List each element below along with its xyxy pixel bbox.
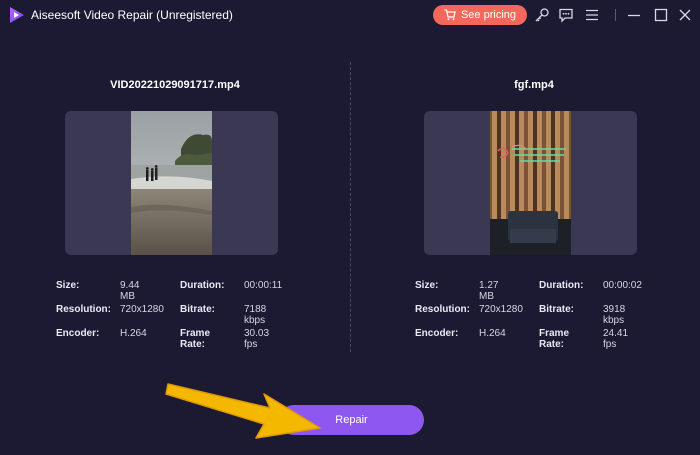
duration-value: 00:00:02 [603, 280, 642, 291]
encoder-label: Encoder: [56, 328, 100, 339]
resolution-label: Resolution: [415, 304, 470, 315]
duration-label: Duration: [539, 280, 584, 291]
repair-label: Repair [335, 414, 368, 426]
bitrate-value: 3918 kbps [603, 304, 626, 326]
size-label: Size: [415, 280, 439, 291]
framerate-value: 30.03 fps [244, 328, 270, 350]
pointer-arrow-icon [165, 383, 321, 439]
video-preview [424, 111, 637, 255]
framerate-label: Frame Rate: [180, 328, 211, 350]
sample-video-panel: fgf.mp4 Size: 1.27 MB Duration: 00:00:02… [359, 0, 700, 360]
video-thumbnail [131, 111, 212, 255]
resolution-value: 720x1280 [120, 304, 164, 315]
bitrate-value: 7188 kbps [244, 304, 267, 326]
video-filename: VID20221029091717.mp4 [110, 79, 240, 91]
bitrate-label: Bitrate: [539, 304, 575, 315]
original-video-panel: VID20221029091717.mp4 Size: 9.44 MB Dura… [0, 0, 350, 360]
panel-divider [350, 62, 351, 352]
resolution-value: 720x1280 [479, 304, 523, 315]
duration-value: 00:00:11 [244, 280, 283, 291]
duration-label: Duration: [180, 280, 225, 291]
framerate-label: Frame Rate: [539, 328, 570, 350]
encoder-value: H.264 [479, 328, 506, 339]
encoder-value: H.264 [120, 328, 147, 339]
size-label: Size: [56, 280, 80, 291]
video-filename: fgf.mp4 [514, 79, 554, 91]
video-preview [65, 111, 278, 255]
resolution-label: Resolution: [56, 304, 111, 315]
video-thumbnail [490, 111, 571, 255]
framerate-value: 24.41 fps [603, 328, 629, 350]
size-value: 9.44 MB [120, 280, 140, 302]
size-value: 1.27 MB [479, 280, 499, 302]
bitrate-label: Bitrate: [180, 304, 216, 315]
encoder-label: Encoder: [415, 328, 459, 339]
